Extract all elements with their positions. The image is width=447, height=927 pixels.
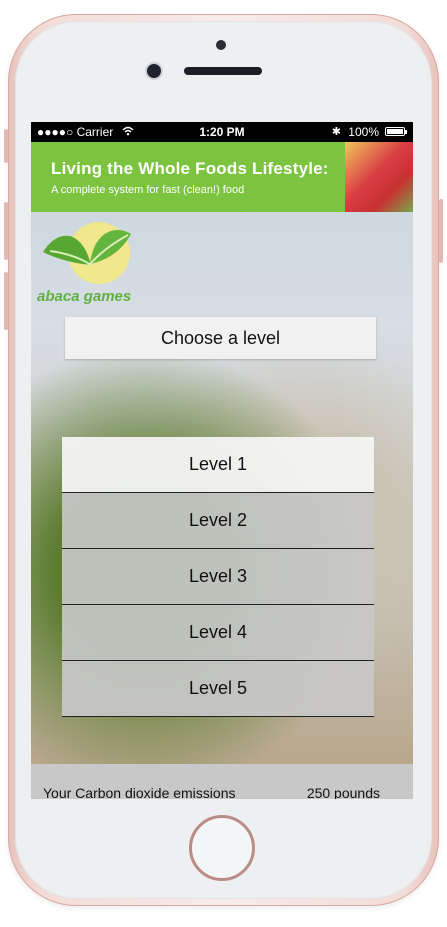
battery-percent: 100% bbox=[348, 125, 379, 139]
level-list: Level 1 Level 2 Level 3 Level 4 Level 5 bbox=[62, 437, 374, 717]
choose-level-heading: Choose a level bbox=[65, 317, 376, 359]
power-button bbox=[439, 199, 443, 263]
silent-switch bbox=[4, 129, 8, 163]
emissions-label: Your Carbon dioxide emissions bbox=[43, 785, 236, 799]
home-button[interactable] bbox=[189, 815, 255, 881]
bluetooth-icon: ✱ bbox=[331, 126, 341, 138]
front-camera-icon bbox=[147, 64, 161, 78]
front-sensor bbox=[216, 40, 226, 50]
smoothie-image bbox=[345, 142, 413, 212]
banner-title: Living the Whole Foods Lifestyle: bbox=[51, 159, 329, 178]
battery-icon bbox=[385, 127, 407, 136]
logo-text: abaca games bbox=[37, 288, 132, 305]
level-button-5[interactable]: Level 5 bbox=[62, 661, 374, 717]
volume-down-button bbox=[4, 272, 8, 330]
volume-up-button bbox=[4, 202, 8, 260]
emissions-footer: Your Carbon dioxide emissions 250 pounds bbox=[31, 764, 413, 799]
emissions-value: 250 pounds bbox=[306, 785, 380, 799]
app-background: Living the Whole Foods Lifestyle: A comp… bbox=[31, 142, 413, 799]
banner-subtitle: A complete system for fast (clean!) food bbox=[51, 184, 245, 196]
status-bar: ●●●●○ Carrier 1:20 PM ✱ 100% bbox=[31, 122, 413, 142]
ad-banner[interactable]: Living the Whole Foods Lifestyle: A comp… bbox=[31, 142, 413, 212]
earpiece-speaker bbox=[184, 67, 262, 75]
level-button-2[interactable]: Level 2 bbox=[62, 493, 374, 549]
screen: ●●●●○ Carrier 1:20 PM ✱ 100% Living the … bbox=[31, 122, 413, 799]
level-button-3[interactable]: Level 3 bbox=[62, 549, 374, 605]
level-button-1[interactable]: Level 1 bbox=[62, 437, 374, 493]
level-button-4[interactable]: Level 4 bbox=[62, 605, 374, 661]
